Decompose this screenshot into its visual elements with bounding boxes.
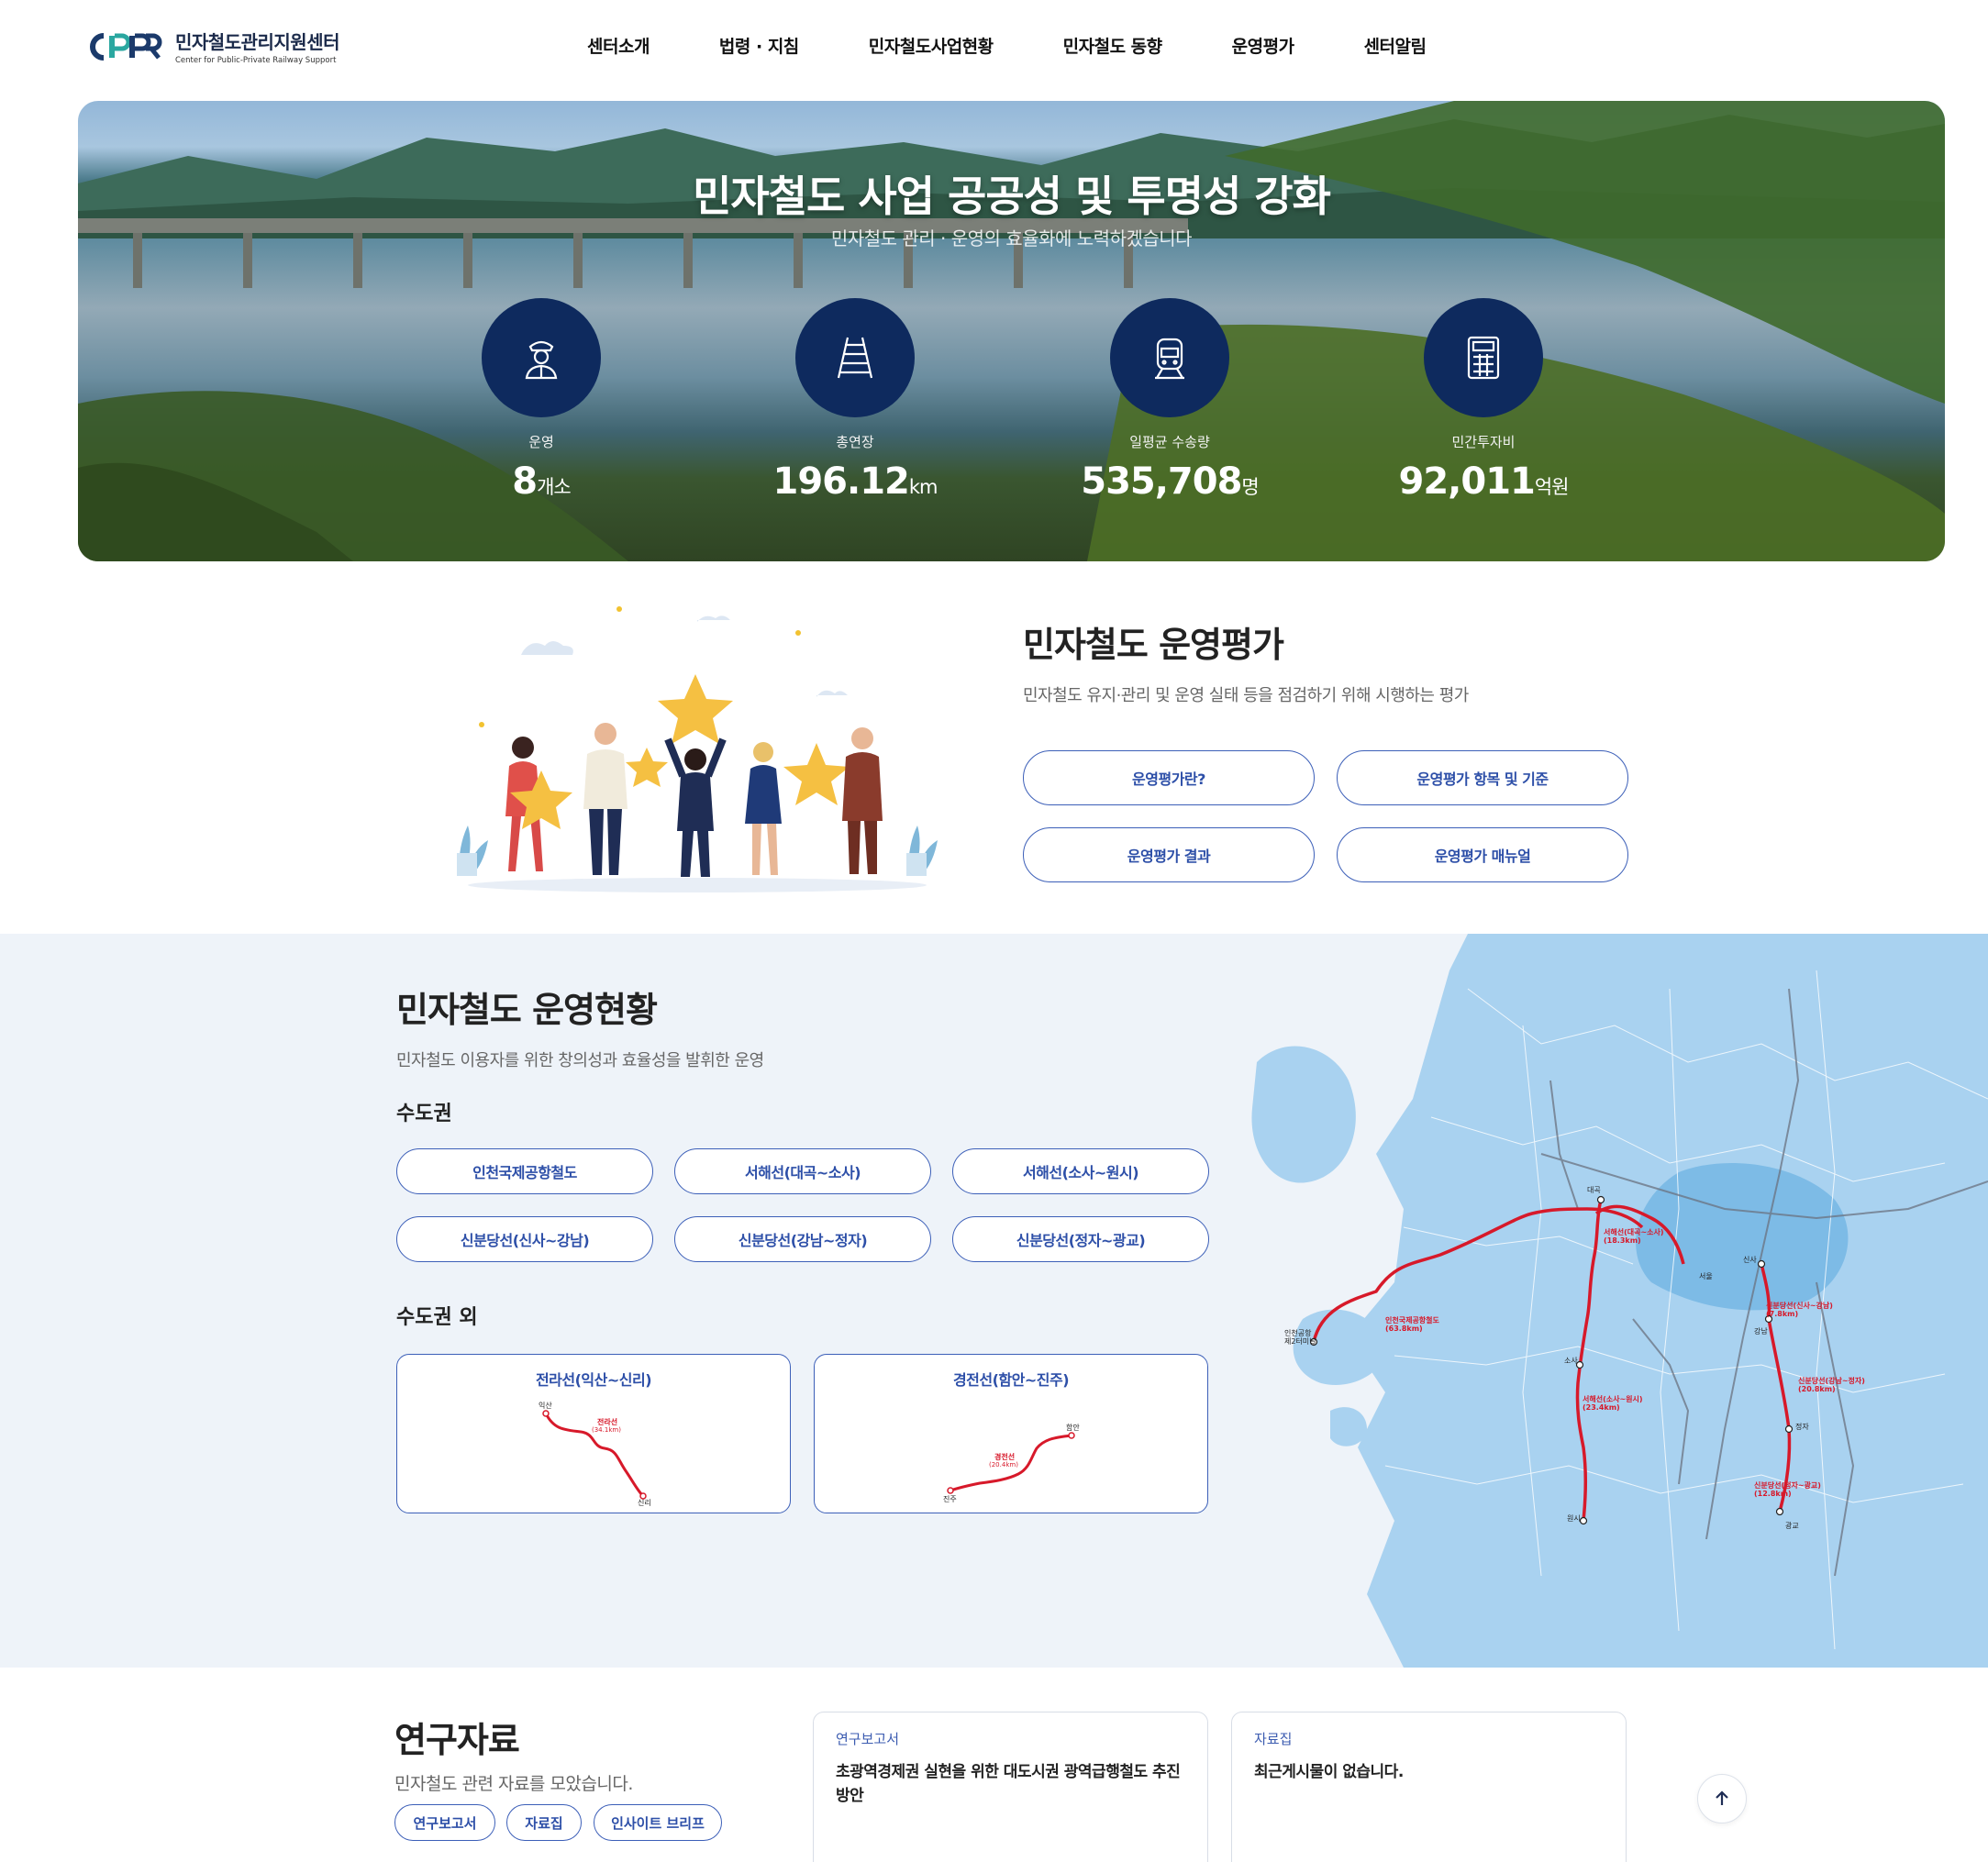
line-button-sinbundang-gangnam-jeongja[interactable]: 신분당선(강남~정자) <box>674 1216 931 1262</box>
stat-icon-circle <box>1110 298 1229 417</box>
evaluation-criteria-button[interactable]: 운영평가 항목 및 기준 <box>1337 750 1628 805</box>
nav-item-center-intro[interactable]: 센터소개 <box>587 33 650 58</box>
stat-label: 총연장 <box>836 434 874 450</box>
route-end-label: 진주 <box>943 1494 957 1503</box>
gyeongjeon-line-route: 진주 함안 경전선 (20.4km) <box>943 1423 1080 1503</box>
evaluation-title: 민자철도 운영평가 <box>1023 625 1284 665</box>
stat-number: 92,011 <box>1398 460 1536 503</box>
stat-unit: km <box>908 476 938 498</box>
line-button-seohae-daegok-sosa[interactable]: 서해선(대곡~소사) <box>674 1148 931 1194</box>
operations-title: 민자철도 운영현황 <box>396 990 658 1030</box>
stat-unit: 억원 <box>1534 476 1570 498</box>
arrow-up-icon <box>1716 1790 1728 1805</box>
operations-section: 민자철도 운영현황 민자철도 이용자를 위한 창의성과 효율성을 발휘한 운영 … <box>0 934 1988 1668</box>
stat-icon-circle <box>482 298 601 417</box>
stat-value: 8개소 <box>431 460 651 503</box>
line-button-sinbundang-jeongja-gwanggyo[interactable]: 신분당선(정자~광교) <box>952 1216 1209 1262</box>
evaluation-intro-button[interactable]: 운영평가란? <box>1023 750 1315 805</box>
stat-label: 일평균 수송량 <box>1129 434 1210 450</box>
map-station-gwanggyo: 광교 <box>1785 1521 1799 1530</box>
train-icon <box>1155 338 1184 380</box>
stat-total-length: 총연장 196.12km <box>745 298 965 503</box>
research-card-category: 연구보고서 <box>836 1731 900 1747</box>
route-name-label: 경전선 <box>994 1452 1015 1461</box>
nav-item-business-status[interactable]: 민자철도사업현황 <box>869 33 994 58</box>
research-card-category: 자료집 <box>1254 1731 1293 1747</box>
stat-private-investment: 민간투자비 92,011억원 <box>1373 298 1594 503</box>
map-station-wonsi: 원시 <box>1567 1514 1581 1523</box>
stat-operation: 운영 8개소 <box>431 298 651 503</box>
map-station-jeongja: 정자 <box>1795 1422 1809 1431</box>
stat-daily-ridership: 일평균 수송량 535,708명 <box>1060 298 1280 503</box>
stat-unit: 명 <box>1241 476 1259 498</box>
evaluation-manual-button[interactable]: 운영평가 매뉴얼 <box>1337 827 1628 882</box>
railway-track-icon <box>837 337 873 379</box>
logo-korean-name: 민자철도관리지원센터 <box>175 31 340 53</box>
stat-icon-circle <box>795 298 915 417</box>
jeolla-line-route: 익산 신리 전라선 (34.1km) <box>539 1401 651 1507</box>
nav-item-evaluation[interactable]: 운영평가 <box>1232 33 1294 58</box>
logo-english-name: Center for Public-Private Railway Suppor… <box>175 56 337 65</box>
site-header: 민자철도관리지원센터 Center for Public-Private Rai… <box>0 0 1988 92</box>
stat-value: 535,708명 <box>1060 460 1280 503</box>
stat-number: 196.12 <box>772 460 910 503</box>
evaluation-illustration <box>457 606 938 892</box>
research-card-materials[interactable]: 자료집 최근게시물이 없습니다. <box>1231 1712 1627 1862</box>
stat-unit: 개소 <box>537 476 572 498</box>
research-tag-reports[interactable]: 연구보고서 <box>394 1804 495 1841</box>
stat-value: 92,011억원 <box>1373 460 1594 503</box>
line-button-sinbundang-sinsa-gangnam[interactable]: 신분당선(신사~강남) <box>396 1216 653 1262</box>
evaluation-description: 민자철도 유지·관리 및 운영 실태 등을 점검하기 위해 시행하는 평가 <box>1023 686 1469 705</box>
route-start-label: 함안 <box>1066 1423 1080 1432</box>
route-length-label: (34.1km) <box>592 1426 621 1434</box>
line-card-title: 경전선(함안~진주) <box>952 1371 1070 1389</box>
line-card-gyeongjeon[interactable]: 경전선(함안~진주) 진주 함안 경전선 (20.4km) <box>814 1354 1208 1513</box>
map-station-gangnam: 강남 <box>1754 1326 1768 1336</box>
line-button-seohae-sosa-wonsi[interactable]: 서해선(소사~원시) <box>952 1148 1209 1194</box>
stat-value: 196.12km <box>745 460 965 503</box>
research-title: 연구자료 <box>394 1720 520 1760</box>
hero-banner: 민자철도 사업 공공성 및 투명성 강화 민자철도 관리 · 운영의 효율화에 … <box>78 101 1945 561</box>
hero-title: 민자철도 사업 공공성 및 투명성 강화 <box>693 172 1331 221</box>
research-card-title: 최근게시물이 없습니다. <box>1254 1763 1404 1781</box>
nav-item-notice[interactable]: 센터알림 <box>1364 33 1427 58</box>
research-tag-insight-brief[interactable]: 인사이트 브리프 <box>594 1804 722 1841</box>
route-name-label: 전라선 <box>597 1417 617 1426</box>
main-navigation: 센터소개 법령 · 지침 민자철도사업현황 민자철도 동향 운영평가 센터알림 <box>587 33 1495 58</box>
operations-description: 민자철도 이용자를 위한 창의성과 효율성을 발휘한 운영 <box>396 1051 764 1070</box>
line-card-title: 전라선(익산~신리) <box>535 1371 652 1389</box>
line-button-airport-railroad[interactable]: 인천국제공항철도 <box>396 1148 653 1194</box>
stat-number: 8 <box>512 460 538 503</box>
calculator-icon <box>1467 336 1500 380</box>
research-card-report[interactable]: 연구보고서 초광역경제권 실현을 위한 대도시권 광역급행철도 추진 방안 <box>813 1712 1208 1862</box>
map-station-sinsa: 신사 <box>1743 1256 1757 1264</box>
evaluation-results-button[interactable]: 운영평가 결과 <box>1023 827 1315 882</box>
stat-label: 민간투자비 <box>1451 434 1516 450</box>
map-station-daegok: 대곡 <box>1587 1186 1601 1194</box>
research-card-title[interactable]: 초광역경제권 실현을 위한 대도시권 광역급행철도 추진 방안 <box>836 1760 1185 1808</box>
stat-icon-circle <box>1424 298 1543 417</box>
stat-number: 535,708 <box>1081 460 1242 503</box>
research-tag-materials[interactable]: 자료집 <box>506 1804 582 1841</box>
site-logo[interactable]: 민자철도관리지원센터 Center for Public-Private Rai… <box>87 28 340 65</box>
conductor-icon <box>525 340 558 380</box>
cppr-logo-icon <box>90 32 162 61</box>
route-length-label: (20.4km) <box>989 1461 1018 1469</box>
nav-item-laws[interactable]: 법령 · 지침 <box>719 33 799 58</box>
route-start-label: 익산 <box>539 1401 552 1410</box>
stat-label: 운영 <box>528 434 554 450</box>
outside-region-title: 수도권 외 <box>396 1306 478 1329</box>
capital-region-title: 수도권 <box>396 1103 452 1125</box>
scroll-to-top-button[interactable] <box>1697 1774 1747 1823</box>
map-station-seoul: 서울 <box>1699 1272 1713 1280</box>
nav-item-trends[interactable]: 민자철도 동향 <box>1063 33 1163 58</box>
capital-area-railway-map: 인천공항 제2터미널 대곡 소사 원시 신사 강남 정자 광교 서울 인천국제공항… <box>1251 934 1988 1668</box>
route-end-label: 신리 <box>638 1499 651 1507</box>
map-station-airport: 인천공항 제2터미널 <box>1284 1328 1316 1346</box>
research-description: 민자철도 관련 자료를 모았습니다. <box>394 1774 633 1794</box>
hero-subtitle: 민자철도 관리 · 운영의 효율화에 노력하겠습니다 <box>830 227 1193 249</box>
map-station-sosa: 소사 <box>1564 1357 1578 1365</box>
line-card-jeolla[interactable]: 전라선(익산~신리) 익산 신리 전라선 (34.1km) <box>396 1354 791 1513</box>
